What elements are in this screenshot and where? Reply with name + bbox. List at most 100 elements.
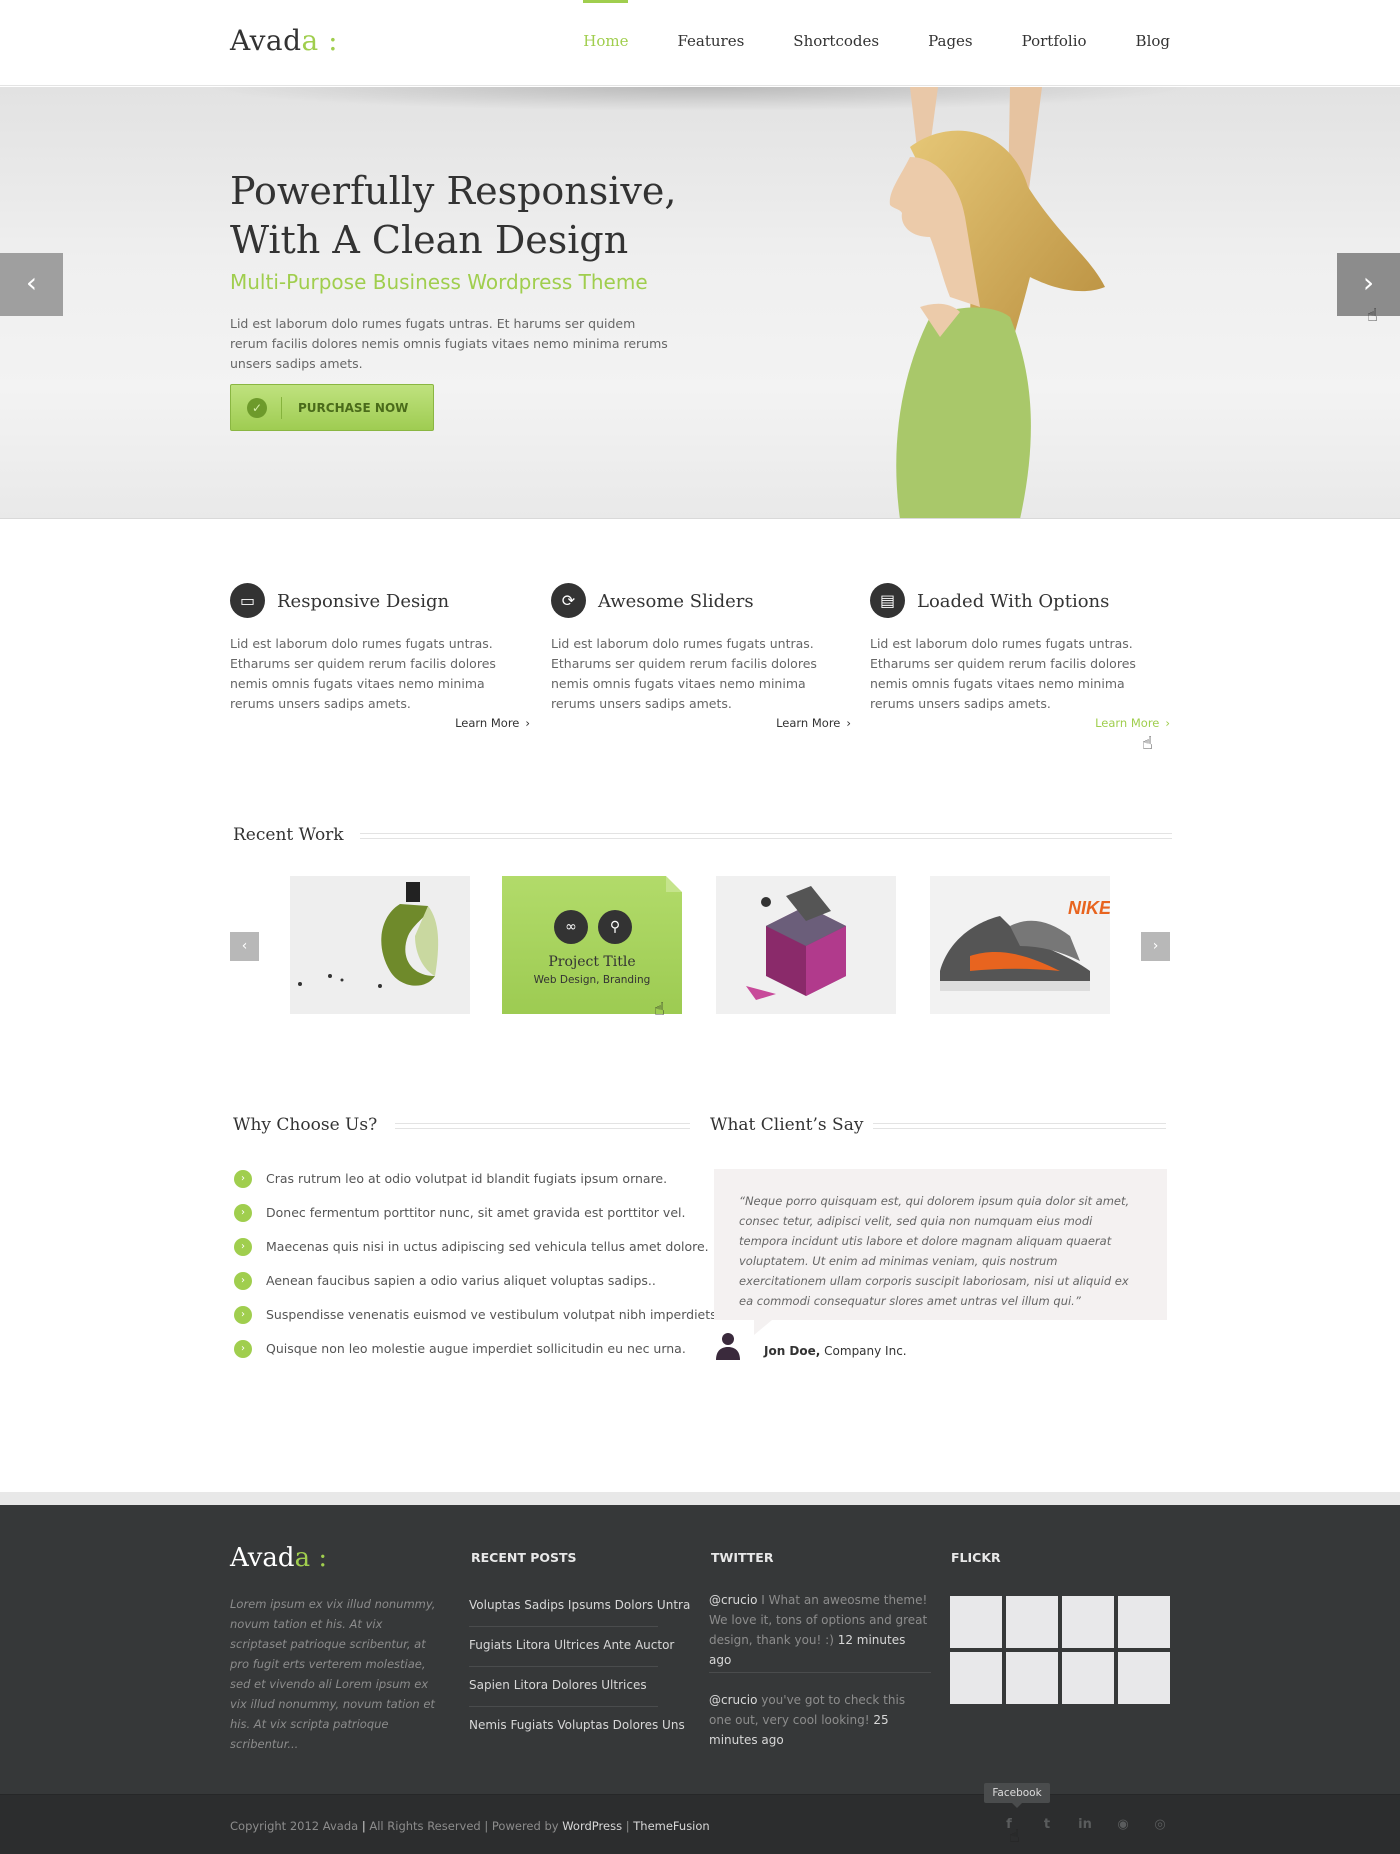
why-list-item: › Aenean faucibus sapien a odio varius al… <box>234 1271 684 1291</box>
project-category: Web Design, Branding <box>533 974 651 986</box>
learn-more-link[interactable]: Learn More › <box>1095 716 1170 730</box>
testimonial-quote-box: “Neque porro quisquam est, qui dolorem i… <box>714 1169 1167 1335</box>
cube-image <box>716 876 896 1014</box>
why-list-item: › Donec fermentum porttitor nunc, sit ame… <box>234 1203 685 1223</box>
chevron-right-icon[interactable]: › <box>1141 932 1170 961</box>
section-divider <box>360 833 1172 839</box>
nav-home[interactable]: Home <box>583 0 629 86</box>
footer-logo[interactable]: Avada : <box>230 1543 327 1573</box>
purchase-now-label: PURCHASE NOW <box>298 400 409 415</box>
twitter-handle[interactable]: @crucio <box>709 1693 757 1707</box>
portfolio-item-sneakers[interactable]: NIKE <box>930 876 1110 1014</box>
hero-subtitle: Multi-Purpose Business Wordpress Theme <box>230 270 648 294</box>
footer-top-bar <box>0 1492 1400 1505</box>
tweet: @crucio you've got to check this one out… <box>709 1693 906 1747</box>
user-icon <box>716 1333 740 1360</box>
why-list-item: › Cras rutrum leo at odio volutpat id bla… <box>234 1169 684 1189</box>
svg-text:NIKE: NIKE <box>1068 898 1110 918</box>
main-nav: Home Features Shortcodes Pages Portfolio… <box>534 0 1170 86</box>
hero-title: Powerfully Responsive, With A Clean Desig… <box>230 169 677 262</box>
project-title: Project Title <box>548 954 636 970</box>
recent-post-link[interactable]: Sapien Litora Dolores Ultrices <box>469 1667 658 1707</box>
testimonial-quote: “Neque porro quisquam est, qui dolorem i… <box>739 1194 1130 1308</box>
hand-cursor-icon: ☝ <box>654 999 665 1020</box>
copyright-text: Copyright 2012 Avada | All Rights Reserv… <box>230 1819 710 1833</box>
options-icon: ▤ <box>870 583 905 618</box>
chevron-right-icon: › <box>234 1238 252 1256</box>
recent-posts-title: RECENT POSTS <box>471 1550 577 1565</box>
nav-portfolio[interactable]: Portfolio <box>1022 0 1087 86</box>
twitter-handle[interactable]: @crucio <box>709 1593 757 1607</box>
linkedin-icon[interactable]: in <box>1075 1815 1095 1835</box>
link-icon[interactable]: ∞ <box>554 910 588 944</box>
why-list-item: › Maecenas quis nisi in uctus adipiscing … <box>234 1237 709 1257</box>
chevron-right-icon: › <box>234 1204 252 1222</box>
button-divider <box>281 396 282 419</box>
hero-slider: Powerfully Responsive, With A Clean Desig… <box>0 87 1400 519</box>
site-logo[interactable]: Avada : <box>230 24 338 57</box>
hand-cursor-icon: ☝ <box>1367 305 1378 326</box>
section-divider <box>395 1123 690 1129</box>
hero-woman-image <box>889 87 1105 518</box>
tweet-divider <box>709 1672 931 1673</box>
themefusion-link[interactable]: ThemeFusion <box>633 1819 709 1833</box>
feature-title: Loaded With Options <box>917 591 1110 612</box>
learn-more-link[interactable]: Learn More › <box>776 716 851 730</box>
refresh-icon: ⟳ <box>551 583 586 618</box>
chevron-right-icon: › <box>234 1340 252 1358</box>
flickr-thumbnail[interactable] <box>1118 1652 1170 1704</box>
flickr-title: FLICKR <box>951 1550 1001 1565</box>
chevron-right-icon: › <box>234 1306 252 1324</box>
recent-work-title: Recent Work <box>233 825 356 845</box>
rss-icon[interactable]: ◉ <box>1113 1815 1133 1835</box>
flickr-thumbnail[interactable] <box>1062 1652 1114 1704</box>
sneakers-image: NIKE <box>930 876 1110 1014</box>
why-list-item: › Suspendisse venenatis euismod ve vestib… <box>234 1305 721 1325</box>
recent-post-link[interactable]: Nemis Fugiats Voluptas Dolores Uns <box>469 1707 685 1747</box>
nav-features[interactable]: Features <box>677 0 744 86</box>
check-icon: ✓ <box>247 397 267 418</box>
why-choose-title: Why Choose Us? <box>233 1115 388 1135</box>
search-icon[interactable]: ⚲ <box>598 910 632 944</box>
nav-pages[interactable]: Pages <box>928 0 973 86</box>
nav-blog[interactable]: Blog <box>1136 0 1170 86</box>
corner-fold <box>666 876 682 892</box>
client-name: Jon Doe, Company Inc. <box>764 1344 907 1358</box>
flickr-thumbnail[interactable] <box>1118 1596 1170 1648</box>
feature-text: Lid est laborum dolo rumes fugats untras… <box>870 636 1136 711</box>
chevron-left-icon[interactable]: ‹ <box>230 932 259 961</box>
flickr-thumbnail[interactable] <box>1062 1596 1114 1648</box>
nav-shortcodes[interactable]: Shortcodes <box>793 0 879 86</box>
dribbble-icon[interactable]: ◎ <box>1150 1815 1170 1835</box>
learn-more-link[interactable]: Learn More › <box>455 716 530 730</box>
flickr-thumbnail[interactable] <box>950 1652 1002 1704</box>
chevron-left-icon[interactable]: ‹ <box>0 253 63 316</box>
feature-title: Awesome Sliders <box>598 591 754 612</box>
flickr-thumbnail[interactable] <box>950 1596 1002 1648</box>
recent-post-link[interactable]: Fugiats Litora Ultrices Ante Auctor <box>469 1627 674 1667</box>
portfolio-item-cube[interactable] <box>716 876 896 1014</box>
laptop-icon: ▭ <box>230 583 265 618</box>
purchase-now-button[interactable]: ✓ PURCHASE NOW <box>230 384 434 431</box>
footer-about-text: Lorem ipsum ex vix illud nonummy, novum … <box>230 1597 436 1751</box>
section-divider <box>870 1123 1166 1129</box>
why-list-item: › Quisque non leo molestie augue imperdie… <box>234 1339 686 1359</box>
twitter-icon[interactable]: t <box>1037 1815 1057 1835</box>
feature-text: Lid est laborum dolo rumes fugats untras… <box>551 636 817 711</box>
chevron-right-icon: › <box>234 1170 252 1188</box>
feature-text: Lid est laborum dolo rumes fugats untras… <box>230 636 496 711</box>
flickr-thumbnail[interactable] <box>1006 1652 1058 1704</box>
facebook-tooltip: Facebook <box>984 1783 1050 1808</box>
hand-cursor-icon: ☝ <box>1009 1826 1020 1847</box>
twitter-title: TWITTER <box>711 1550 774 1565</box>
site-header: Avada : Home Features Shortcodes Pages P… <box>0 0 1400 86</box>
testimonial-title: What Client’s Say <box>710 1115 874 1135</box>
recent-post-link[interactable]: Voluptas Sadips Ipsums Dolors Untra <box>469 1587 690 1627</box>
tweet: @crucio I What an aweosme theme! We love… <box>709 1593 928 1667</box>
flickr-thumbnail[interactable] <box>1006 1596 1058 1648</box>
wordpress-link[interactable]: WordPress <box>562 1819 622 1833</box>
copyright-bar: Copyright 2012 Avada | All Rights Reserv… <box>0 1794 1400 1854</box>
portfolio-item-bulb[interactable] <box>290 876 470 1014</box>
portfolio-item-hover[interactable]: ∞ ⚲ Project Title Web Design, Branding <box>502 876 682 1014</box>
site-footer: Avada : Lorem ipsum ex vix illud nonummy… <box>0 1505 1400 1794</box>
